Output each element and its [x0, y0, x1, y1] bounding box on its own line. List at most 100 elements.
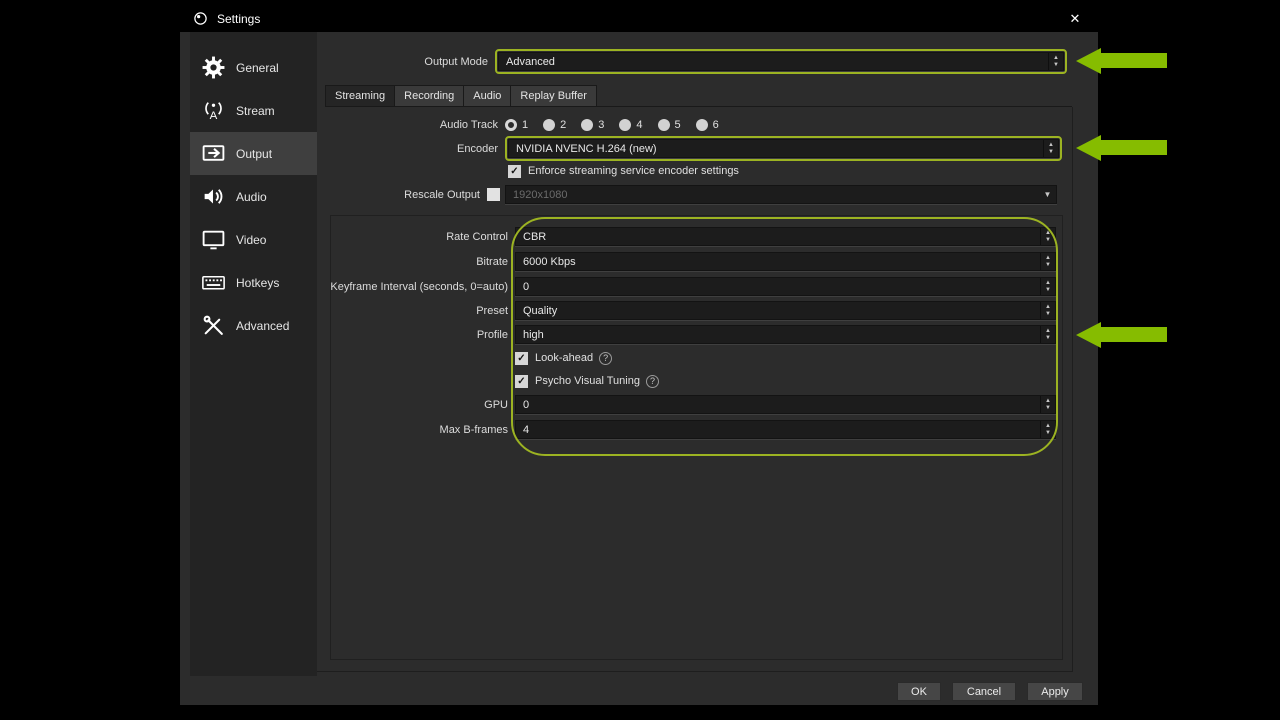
radio-label: 6 — [713, 119, 719, 131]
gpu-spinbox[interactable]: 0 ▲ ▼ — [515, 395, 1056, 414]
profile-label: Profile — [295, 329, 515, 341]
output-mode-select[interactable]: Advanced ▲ ▼ — [498, 52, 1064, 71]
spin-up-icon: ▲ — [1045, 328, 1051, 335]
tab-recording[interactable]: Recording — [395, 85, 464, 107]
check-icon: ✓ — [510, 166, 518, 177]
arrow-tip — [1076, 322, 1101, 348]
rate-control-label: Rate Control — [295, 231, 515, 243]
profile-dropdown-arrows[interactable]: ▲ ▼ — [1040, 326, 1055, 343]
spin-down-icon: ▼ — [1053, 62, 1059, 69]
radio-label: 3 — [598, 119, 604, 131]
bitrate-label: Bitrate — [295, 256, 515, 268]
lookahead-label: Look-ahead — [535, 352, 593, 364]
display-icon — [201, 227, 226, 252]
keyframe-spinbox[interactable]: 0 ▲ ▼ — [515, 277, 1056, 296]
bitrate-spinner[interactable]: ▲ ▼ — [1040, 253, 1055, 270]
help-icon[interactable]: ? — [599, 352, 612, 365]
spin-down-icon: ▼ — [1048, 149, 1054, 156]
audio-track-radio-6[interactable] — [696, 119, 708, 131]
spin-up-icon: ▲ — [1053, 55, 1059, 62]
encoder-select[interactable]: NVIDIA NVENC H.264 (new) ▲ ▼ — [508, 139, 1059, 158]
profile-row: Profile high ▲ ▼ — [295, 325, 1056, 344]
audio-track-radio-2[interactable] — [543, 119, 555, 131]
arrow-shaft — [1101, 53, 1167, 68]
rescale-value: 1920x1080 — [506, 186, 1039, 203]
arrow-tip — [1076, 48, 1101, 74]
spin-up-icon: ▲ — [1045, 230, 1051, 237]
speaker-icon — [201, 184, 226, 209]
bitrate-row: Bitrate 6000 Kbps ▲ ▼ — [295, 252, 1056, 271]
audio-track-row: Audio Track 1 2 3 4 5 6 — [325, 117, 965, 133]
rate-control-select[interactable]: CBR ▲ ▼ — [515, 227, 1056, 246]
spin-down-icon: ▼ — [1045, 287, 1051, 294]
tab-streaming[interactable]: Streaming — [325, 85, 395, 107]
encoder-dropdown-arrows[interactable]: ▲ ▼ — [1043, 140, 1058, 157]
close-button[interactable]: ✕ — [1052, 5, 1098, 32]
spin-up-icon: ▲ — [1045, 280, 1051, 287]
gpu-value: 0 — [516, 396, 1040, 413]
settings-window: Settings ✕ General A — [180, 5, 1098, 705]
gpu-spinner[interactable]: ▲ ▼ — [1040, 396, 1055, 413]
crossed-tools-icon — [201, 313, 226, 338]
max-b-frames-label: Max B-frames — [295, 424, 515, 436]
spin-up-icon: ▲ — [1045, 304, 1051, 311]
preset-select[interactable]: Quality ▲ ▼ — [515, 301, 1056, 320]
monitor-arrow-icon — [201, 141, 226, 166]
spin-up-icon: ▲ — [1045, 255, 1051, 262]
check-icon: ✓ — [517, 353, 525, 364]
spin-down-icon: ▼ — [1045, 430, 1051, 437]
encoder-value: NVIDIA NVENC H.264 (new) — [509, 140, 1043, 157]
cancel-button[interactable]: Cancel — [952, 682, 1016, 701]
ok-button[interactable]: OK — [897, 682, 941, 701]
radio-label: 1 — [522, 119, 528, 131]
audio-track-radio-3[interactable] — [581, 119, 593, 131]
preset-dropdown-arrows[interactable]: ▲ ▼ — [1040, 302, 1055, 319]
max-b-frames-spinbox[interactable]: 4 ▲ ▼ — [515, 420, 1056, 439]
sidebar-item-label: Stream — [236, 104, 275, 118]
highlight-outline-encoder: NVIDIA NVENC H.264 (new) ▲ ▼ — [505, 136, 1062, 161]
output-mode-label: Output Mode — [325, 56, 495, 68]
radio-label: 2 — [560, 119, 566, 131]
keyframe-spinner[interactable]: ▲ ▼ — [1040, 278, 1055, 295]
highlight-outline-output-mode: Advanced ▲ ▼ — [495, 49, 1067, 74]
tab-label: Recording — [404, 90, 454, 102]
audio-track-radio-5[interactable] — [658, 119, 670, 131]
scrollarea-bottom-edge — [317, 671, 1073, 672]
rescale-select[interactable]: 1920x1080 ▼ — [505, 185, 1057, 204]
bitrate-spinbox[interactable]: 6000 Kbps ▲ ▼ — [515, 252, 1056, 271]
help-icon[interactable]: ? — [646, 375, 659, 388]
preset-row: Preset Quality ▲ ▼ — [295, 301, 1056, 320]
broadcast-antenna-icon: A — [201, 98, 226, 123]
ok-button-label: OK — [911, 686, 927, 698]
rate-control-dropdown-arrows[interactable]: ▲ ▼ — [1040, 228, 1055, 245]
enforce-label: Enforce streaming service encoder settin… — [528, 165, 739, 177]
enforce-checkbox[interactable]: ✓ — [508, 165, 521, 178]
sidebar-item-output[interactable]: Output — [190, 132, 317, 175]
sidebar-item-label: Output — [236, 147, 272, 161]
rescale-checkbox[interactable] — [487, 188, 500, 201]
tab-audio[interactable]: Audio — [464, 85, 511, 107]
sidebar-item-audio[interactable]: Audio — [190, 175, 317, 218]
spin-down-icon: ▼ — [1045, 335, 1051, 342]
sidebar-item-general[interactable]: General — [190, 46, 317, 89]
apply-button[interactable]: Apply — [1027, 682, 1083, 701]
audio-track-radio-1[interactable] — [505, 119, 517, 131]
spin-down-icon: ▼ — [1045, 262, 1051, 269]
tab-replay-buffer[interactable]: Replay Buffer — [511, 85, 596, 107]
gpu-row: GPU 0 ▲ ▼ — [295, 395, 1056, 414]
rate-control-value: CBR — [516, 228, 1040, 245]
audio-track-radio-4[interactable] — [619, 119, 631, 131]
psycho-visual-checkbox[interactable]: ✓ — [515, 375, 528, 388]
max-b-frames-spinner[interactable]: ▲ ▼ — [1040, 421, 1055, 438]
profile-select[interactable]: high ▲ ▼ — [515, 325, 1056, 344]
lookahead-checkbox[interactable]: ✓ — [515, 352, 528, 365]
rescale-label: Rescale Output — [325, 189, 487, 201]
output-mode-dropdown-arrows[interactable]: ▲ ▼ — [1048, 53, 1063, 70]
window-title: Settings — [217, 12, 260, 26]
titlebar: Settings ✕ — [180, 5, 1098, 32]
arrow-shaft — [1101, 140, 1167, 155]
spin-down-icon: ▼ — [1045, 311, 1051, 318]
keyframe-row: Keyframe Interval (seconds, 0=auto) 0 ▲ … — [295, 277, 1056, 296]
settings-sidebar: General A Stream Output — [190, 32, 317, 676]
sidebar-item-stream[interactable]: A Stream — [190, 89, 317, 132]
